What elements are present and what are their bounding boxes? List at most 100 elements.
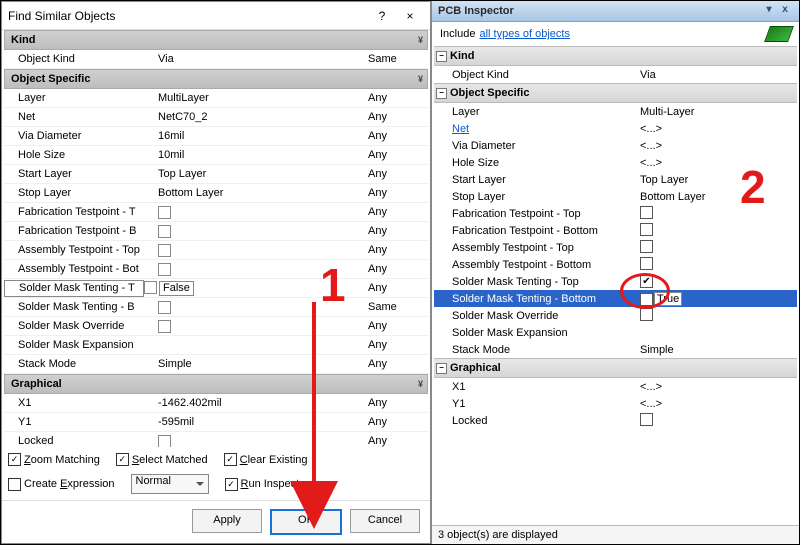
inspector-property-value[interactable]: Via <box>638 69 797 81</box>
property-value[interactable] <box>158 206 364 219</box>
select-matched-checkbox[interactable]: ✓Select Matched <box>116 453 208 466</box>
match-mode[interactable]: Any <box>364 397 428 409</box>
match-mode[interactable]: Any <box>364 168 428 180</box>
property-row[interactable]: Stack ModeSimpleAny <box>4 355 428 374</box>
inspector-property-row[interactable]: Solder Mask Expansion <box>434 324 797 341</box>
inspector-property-value[interactable]: <...> <box>638 381 797 393</box>
inspector-property-row[interactable]: Locked <box>434 412 797 429</box>
inspector-property-value[interactable]: Top Layer <box>638 174 797 186</box>
match-mode[interactable]: Any <box>364 206 428 218</box>
mask-mode-dropdown[interactable]: Normal <box>131 474 209 494</box>
section-kind[interactable]: Kind¥ <box>4 30 428 50</box>
inspector-property-row[interactable]: Start LayerTop Layer <box>434 171 797 188</box>
property-value[interactable]: MultiLayer <box>158 92 364 104</box>
apply-button[interactable]: Apply <box>192 509 262 533</box>
property-row[interactable]: LayerMultiLayerAny <box>4 89 428 108</box>
match-mode[interactable]: Any <box>364 435 428 447</box>
inspector-property-value[interactable] <box>638 206 797 222</box>
property-row[interactable]: Fabrication Testpoint - BAny <box>4 222 428 241</box>
inspector-property-value[interactable]: Bottom Layer <box>638 191 797 203</box>
property-value[interactable] <box>158 244 364 257</box>
property-row[interactable]: Solder Mask Tenting - TFalseAny <box>4 279 428 298</box>
close-panel-icon[interactable]: x <box>777 4 793 18</box>
inspector-property-value[interactable] <box>638 257 797 273</box>
inspector-property-value[interactable]: <...> <box>638 140 797 152</box>
property-row[interactable]: X1-1462.402milAny <box>4 394 428 413</box>
inspector-property-value[interactable]: ✔True <box>638 292 797 306</box>
inspector-property-value[interactable]: <...> <box>638 157 797 169</box>
property-row[interactable]: LockedAny <box>4 432 428 447</box>
match-mode[interactable]: Any <box>364 92 428 104</box>
cancel-button[interactable]: Cancel <box>350 509 420 533</box>
property-row[interactable]: Assembly Testpoint - TopAny <box>4 241 428 260</box>
property-row[interactable]: Assembly Testpoint - BotAny <box>4 260 428 279</box>
create-expression-checkbox[interactable]: Create Expression <box>8 474 115 494</box>
match-mode[interactable]: Any <box>364 225 428 237</box>
match-mode[interactable]: Any <box>364 149 428 161</box>
clear-existing-checkbox[interactable]: ✓Clear Existing <box>224 453 308 466</box>
inspector-property-row[interactable]: Solder Mask Tenting - Bottom✔True <box>434 290 797 307</box>
help-icon[interactable]: ? <box>368 5 396 27</box>
insp-section-graphical[interactable]: −Graphical <box>434 358 797 378</box>
property-value[interactable] <box>158 301 364 314</box>
inspector-property-row[interactable]: Stop LayerBottom Layer <box>434 188 797 205</box>
inspector-property-row[interactable]: Solder Mask Override <box>434 307 797 324</box>
property-row[interactable]: Y1-595milAny <box>4 413 428 432</box>
property-value[interactable] <box>158 225 364 238</box>
inspector-property-row[interactable]: X1<...> <box>434 378 797 395</box>
inspector-property-row[interactable]: Fabrication Testpoint - Bottom <box>434 222 797 239</box>
property-row[interactable]: Via Diameter16milAny <box>4 127 428 146</box>
inspector-property-row[interactable]: Stack ModeSimple <box>434 341 797 358</box>
property-row[interactable]: NetNetC70_2Any <box>4 108 428 127</box>
property-value[interactable]: -595mil <box>158 416 364 428</box>
match-mode[interactable]: Same <box>364 301 428 313</box>
property-row[interactable]: Solder Mask OverrideAny <box>4 317 428 336</box>
property-value[interactable]: Simple <box>158 358 364 370</box>
property-value[interactable]: 10mil <box>158 149 364 161</box>
match-mode[interactable]: Any <box>364 263 428 275</box>
property-value[interactable]: False <box>144 281 364 296</box>
inspector-property-value[interactable] <box>638 308 797 324</box>
match-mode[interactable]: Same <box>364 53 428 65</box>
zoom-matching-checkbox[interactable]: ✓Zoom Matching <box>8 453 100 466</box>
inspector-property-row[interactable]: Fabrication Testpoint - Top <box>434 205 797 222</box>
ok-button[interactable]: OK <box>270 509 342 535</box>
property-value[interactable]: 16mil <box>158 130 364 142</box>
match-mode[interactable]: Any <box>364 358 428 370</box>
section-object-specific[interactable]: Object Specific¥ <box>4 69 428 89</box>
inspector-property-row[interactable]: Assembly Testpoint - Bottom <box>434 256 797 273</box>
match-mode[interactable]: Any <box>364 111 428 123</box>
inspector-property-value[interactable]: <...> <box>638 398 797 410</box>
inspector-property-row[interactable]: Net<...> <box>434 120 797 137</box>
include-link[interactable]: all types of objects <box>479 28 570 40</box>
inspector-property-row[interactable]: Y1<...> <box>434 395 797 412</box>
property-row[interactable]: Stop LayerBottom LayerAny <box>4 184 428 203</box>
inspector-property-value[interactable]: <...> <box>638 123 797 135</box>
property-row[interactable]: Fabrication Testpoint - TAny <box>4 203 428 222</box>
property-value[interactable] <box>158 263 364 276</box>
inspector-property-row[interactable]: Assembly Testpoint - Top <box>434 239 797 256</box>
run-inspector-checkbox[interactable]: ✓Run Inspector <box>225 474 310 494</box>
match-mode[interactable]: Any <box>364 130 428 142</box>
inspector-property-row[interactable]: LayerMulti-Layer <box>434 103 797 120</box>
dropdown-icon[interactable]: ▾ <box>761 4 777 18</box>
inspector-property-row[interactable]: Via Diameter<...> <box>434 137 797 154</box>
property-row[interactable]: Hole Size10milAny <box>4 146 428 165</box>
property-value[interactable]: Top Layer <box>158 168 364 180</box>
property-value[interactable] <box>158 320 364 333</box>
property-row[interactable]: Solder Mask ExpansionAny <box>4 336 428 355</box>
property-value[interactable]: Via <box>158 53 364 65</box>
match-mode[interactable]: Any <box>364 244 428 256</box>
insp-section-objspec[interactable]: −Object Specific <box>434 83 797 103</box>
match-mode[interactable]: Any <box>364 339 428 351</box>
property-row[interactable]: Start LayerTop LayerAny <box>4 165 428 184</box>
match-mode[interactable]: Any <box>364 320 428 332</box>
inspector-property-value[interactable]: Multi-Layer <box>638 106 797 118</box>
inspector-property-value[interactable] <box>638 413 797 429</box>
close-icon[interactable]: × <box>396 5 424 27</box>
property-value[interactable]: NetC70_2 <box>158 111 364 123</box>
property-row[interactable]: Object KindViaSame <box>4 50 428 69</box>
property-value[interactable] <box>158 435 364 448</box>
inspector-property-row[interactable]: Solder Mask Tenting - Top✔ <box>434 273 797 290</box>
inspector-property-row[interactable]: Object KindVia <box>434 66 797 83</box>
